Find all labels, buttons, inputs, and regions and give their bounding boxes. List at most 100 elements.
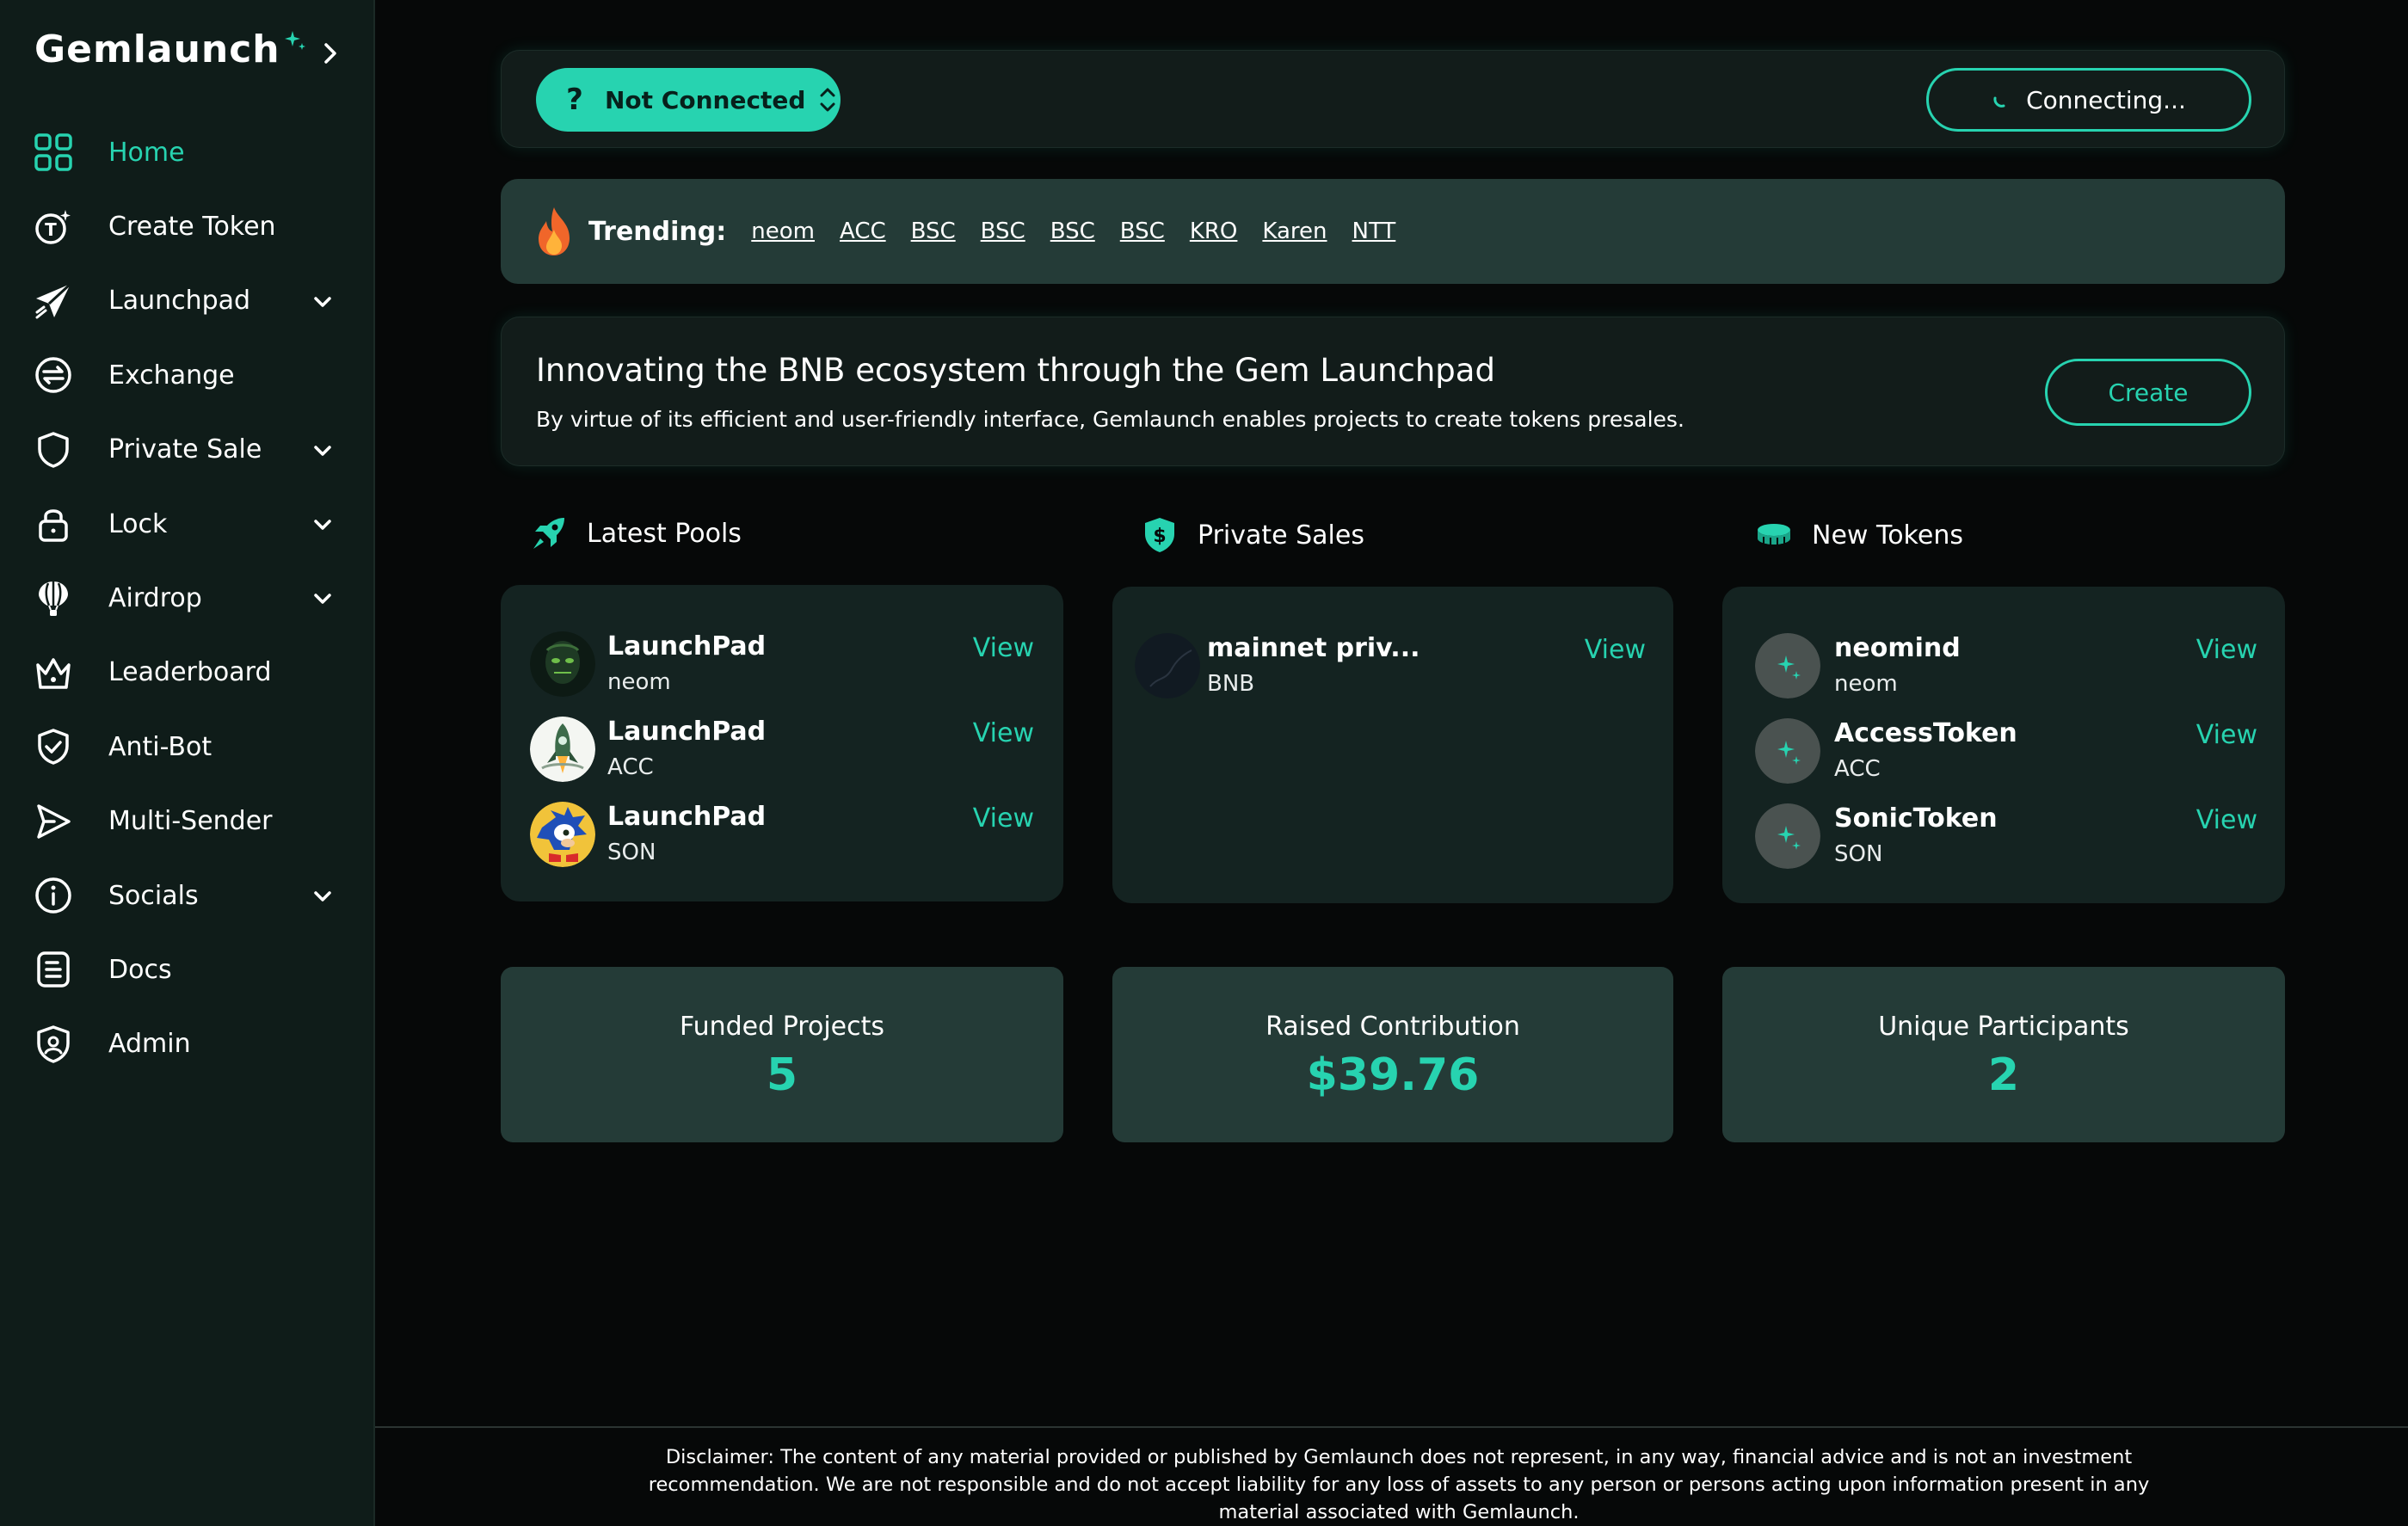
sidebar-item-anti-bot[interactable]: Anti-Bot	[0, 710, 375, 784]
network-select-button[interactable]: ? Not Connected	[536, 68, 841, 132]
list-item: LaunchPad SON View	[530, 793, 1034, 871]
list-item: AccessToken ACC View	[1755, 710, 2257, 787]
private-sales-card: mainnet priv... BNB View	[1112, 587, 1673, 903]
view-link[interactable]: View	[2196, 805, 2257, 835]
trending-link[interactable]: BSC	[1120, 218, 1165, 244]
list-item: mainnet priv... BNB View	[1135, 625, 1646, 702]
sidebar-item-private-sale[interactable]: Private Sale	[0, 413, 375, 487]
stat-value: 2	[1987, 1049, 2020, 1101]
trending-link[interactable]: KRO	[1190, 218, 1238, 244]
grid-icon	[33, 132, 74, 173]
svg-text:$: $	[1153, 526, 1166, 547]
sale-symbol: BNB	[1207, 671, 1255, 697]
section-title: New Tokens	[1812, 520, 1963, 551]
trending-link[interactable]: BSC	[981, 218, 1025, 244]
view-link[interactable]: View	[2196, 635, 2257, 665]
trending-label: Trending:	[588, 216, 727, 247]
rocket-icon	[533, 518, 564, 549]
sidebar-item-label: Anti-Bot	[108, 731, 212, 762]
list-item: LaunchPad ACC View	[530, 708, 1034, 785]
pool-name: LaunchPad	[607, 631, 767, 661]
stat-funded-projects: Funded Projects 5	[501, 967, 1063, 1142]
trending-link[interactable]: ACC	[840, 218, 886, 244]
connect-wallet-label: Connecting...	[2026, 85, 2186, 114]
sidebar-item-home[interactable]: Home	[0, 115, 375, 189]
sparkle-avatar	[1755, 803, 1820, 869]
trending-link[interactable]: BSC	[911, 218, 956, 244]
token-symbol: ACC	[1834, 756, 1881, 782]
spinner-icon	[1993, 96, 2005, 108]
sparkle-avatar	[1755, 718, 1820, 784]
sidebar-item-label: Create Token	[108, 212, 276, 243]
disclaimer-text: Disclaimer: The content of any material …	[648, 1446, 2150, 1523]
pool-symbol: neom	[607, 669, 671, 695]
paper-plane-icon	[33, 280, 74, 322]
robot-avatar	[530, 631, 595, 697]
fire-icon	[539, 207, 570, 255]
hero-banner: Innovating the BNB ecosystem through the…	[501, 317, 2285, 466]
sidebar-item-exchange[interactable]: Exchange	[0, 338, 375, 412]
admin-shield-icon	[33, 1024, 74, 1065]
sidebar-nav: Home T Create Token Launchpad Exchange P…	[0, 115, 375, 1081]
shield-icon	[33, 429, 74, 471]
question-icon: ?	[566, 83, 583, 117]
sidebar-item-leaderboard[interactable]: Leaderboard	[0, 636, 375, 710]
chevron-down-icon[interactable]	[310, 512, 336, 538]
stat-unique-participants: Unique Participants 2	[1722, 967, 2285, 1142]
brand-logo[interactable]: Gemlaunch	[34, 28, 306, 71]
hedgehog-avatar	[530, 802, 595, 867]
pool-symbol: SON	[607, 840, 656, 865]
trending-link[interactable]: NTT	[1352, 218, 1396, 244]
document-icon	[33, 949, 74, 990]
sparkle-avatar	[1755, 633, 1820, 698]
view-link[interactable]: View	[2196, 720, 2257, 750]
trending-link[interactable]: neom	[751, 218, 815, 244]
sidebar-item-label: Admin	[108, 1029, 191, 1060]
sparkle-icon	[284, 30, 305, 50]
view-link[interactable]: View	[973, 803, 1034, 834]
sidebar-item-lock[interactable]: Lock	[0, 487, 375, 561]
exchange-icon	[33, 354, 74, 396]
view-link[interactable]: View	[1585, 635, 1646, 665]
sidebar-item-label: Socials	[108, 880, 199, 911]
sidebar-item-airdrop[interactable]: Airdrop	[0, 561, 375, 635]
hero-title: Innovating the BNB ecosystem through the…	[536, 352, 1495, 389]
token-symbol: SON	[1834, 841, 1883, 867]
trending-bar: Trending: neom ACC BSC BSC BSC BSC KRO K…	[501, 179, 2285, 284]
info-icon	[33, 875, 74, 916]
app-root: Gemlaunch Home T Create Token Launchpad …	[0, 0, 2408, 1526]
token-name: AccessToken	[1834, 718, 2017, 748]
trending-link[interactable]: BSC	[1050, 218, 1095, 244]
sidebar-item-socials[interactable]: Socials	[0, 858, 375, 932]
chevron-down-icon[interactable]	[310, 883, 336, 909]
token-name: SonicToken	[1834, 803, 1998, 834]
view-link[interactable]: View	[973, 633, 1034, 663]
footer: Disclaimer: The content of any material …	[375, 1426, 2408, 1526]
sidebar-item-label: Multi-Sender	[108, 806, 273, 837]
create-button[interactable]: Create	[2045, 359, 2251, 426]
balloon-icon	[33, 578, 74, 619]
sale-name: mainnet priv...	[1207, 633, 1420, 663]
list-item: LaunchPad neom View	[530, 623, 1034, 700]
view-link[interactable]: View	[973, 718, 1034, 748]
chevron-down-icon[interactable]	[310, 586, 336, 612]
sidebar-item-label: Airdrop	[108, 583, 202, 614]
chevron-down-icon[interactable]	[310, 438, 336, 464]
rocket-avatar	[530, 717, 595, 782]
sidebar-item-launchpad[interactable]: Launchpad	[0, 264, 375, 338]
sidebar-item-label: Leaderboard	[108, 657, 272, 688]
pool-name: LaunchPad	[607, 802, 767, 832]
chevron-right-icon[interactable]	[313, 36, 348, 71]
token-name: neomind	[1834, 633, 1961, 663]
token-symbol: neom	[1834, 671, 1898, 697]
brand-name: Gemlaunch	[34, 28, 280, 71]
sidebar-item-label: Exchange	[108, 360, 235, 391]
sidebar-item-create-token[interactable]: T Create Token	[0, 189, 375, 263]
connect-wallet-button[interactable]: Connecting...	[1926, 68, 2251, 132]
trending-link[interactable]: Karen	[1262, 218, 1327, 244]
sidebar-item-multi-sender[interactable]: Multi-Sender	[0, 785, 375, 858]
sidebar-item-docs[interactable]: Docs	[0, 932, 375, 1006]
chevron-down-icon[interactable]	[310, 289, 336, 315]
sidebar-item-admin[interactable]: Admin	[0, 1007, 375, 1081]
top-bar: ? Not Connected Connecting...	[501, 50, 2285, 148]
